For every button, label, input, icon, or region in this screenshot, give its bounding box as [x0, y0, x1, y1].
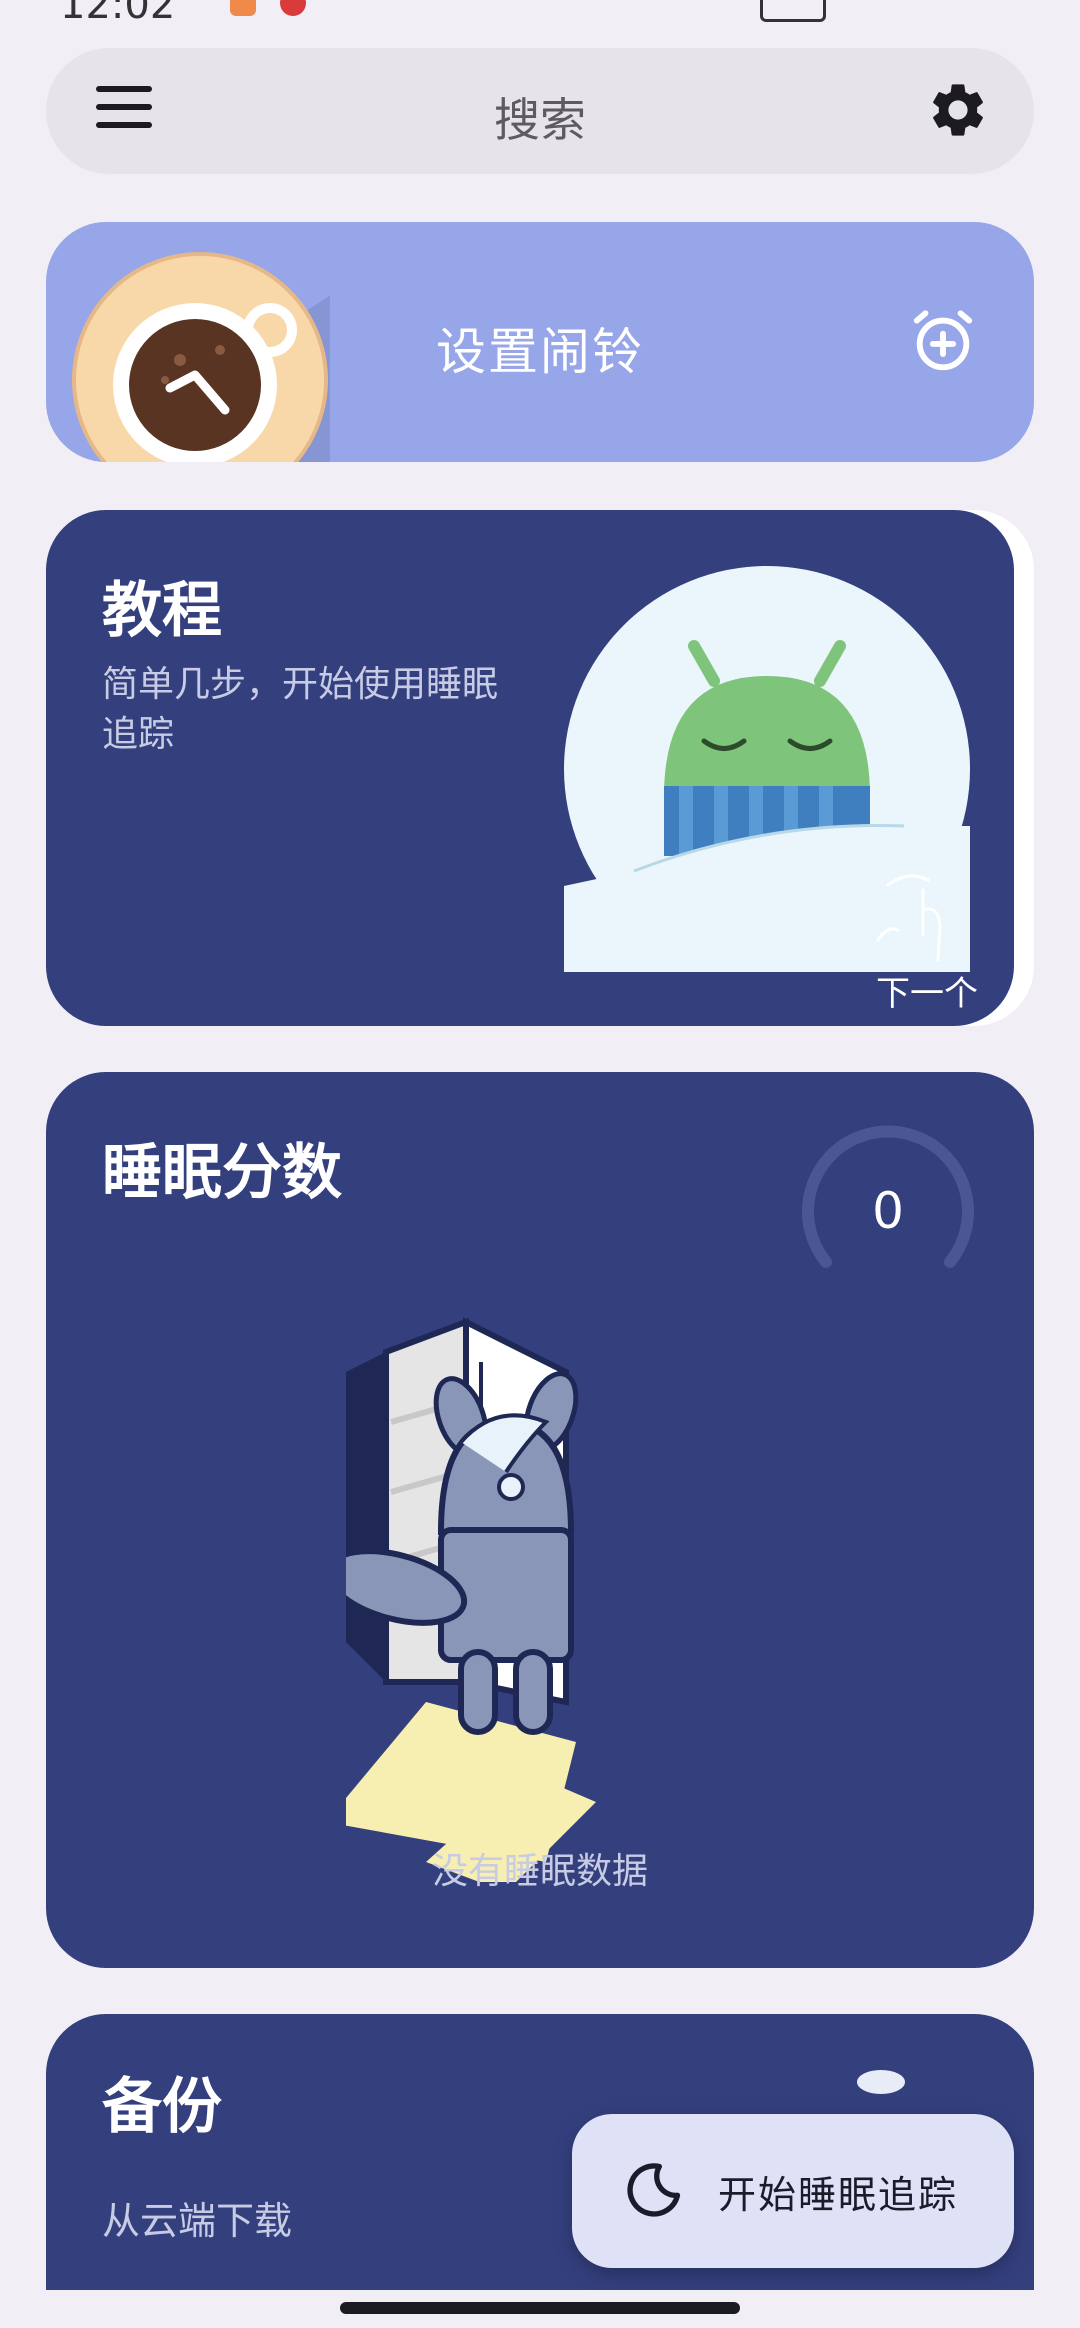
- sleep-score-card[interactable]: 睡眠分数 0 没有睡眠数据: [46, 1072, 1034, 1968]
- tutorial-card[interactable]: 教程 简单几步，开始使用睡眠追踪 下一个: [46, 510, 1014, 1026]
- status-bar: 12:02: [0, 0, 1080, 28]
- swipe-hand-icon: [876, 874, 942, 962]
- tutorial-title: 教程: [102, 576, 222, 646]
- tutorial-carousel[interactable]: 教程 简单几步，开始使用睡眠追踪 下一个: [46, 510, 1034, 1026]
- gesture-nav-handle[interactable]: [340, 2302, 740, 2314]
- no-sleep-data-text: 没有睡眠数据: [431, 1851, 648, 1892]
- start-sleep-tracking-button[interactable]: 开始睡眠追踪: [572, 2114, 1014, 2268]
- app-screen: 12:02 搜索 设置闹铃 教程 简单几步，开始使用睡眠追踪 下一个 睡眠分数 …: [0, 0, 1080, 2328]
- status-time: 12:02: [60, 0, 176, 28]
- fridge-android-illustration: [346, 1317, 596, 1882]
- next-button[interactable]: 下一个: [876, 966, 978, 1015]
- add-alarm-icon[interactable]: [908, 306, 978, 376]
- backup-title: 备份: [102, 2072, 222, 2142]
- gear-icon[interactable]: [926, 78, 990, 142]
- notification-icon: [230, 0, 256, 16]
- search-placeholder[interactable]: 搜索: [46, 84, 1034, 150]
- search-bar[interactable]: 搜索: [46, 48, 1034, 174]
- start-sleep-tracking-label: 开始睡眠追踪: [718, 2173, 959, 2217]
- tutorial-description: 简单几步，开始使用睡眠追踪: [102, 664, 499, 755]
- sleep-score-value: 0: [872, 1182, 904, 1240]
- notification-icon: [280, 0, 306, 16]
- moon-icon: [627, 2163, 681, 2217]
- set-alarm-title: 设置闹铃: [436, 323, 644, 381]
- sleep-score-title: 睡眠分数: [102, 1138, 342, 1208]
- set-alarm-card[interactable]: 设置闹铃: [46, 222, 1034, 462]
- backup-subtitle: 从云端下载: [102, 2199, 293, 2243]
- battery-icon: [760, 0, 826, 22]
